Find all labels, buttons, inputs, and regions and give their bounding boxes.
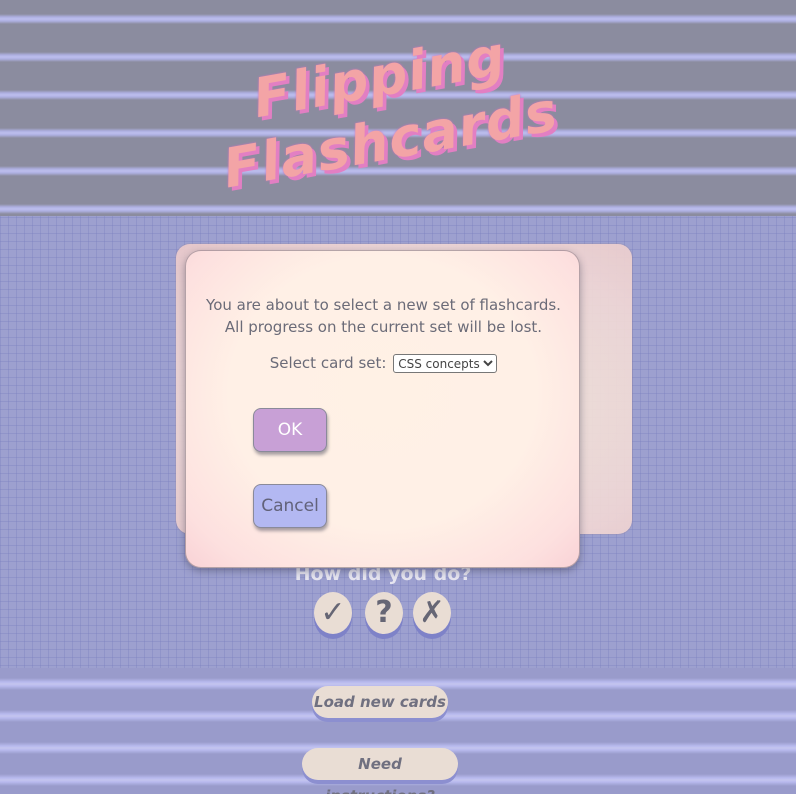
card-set-label: Select card set: — [269, 354, 387, 372]
rate-wrong-button[interactable]: ✗ — [413, 592, 451, 634]
select-set-dialog: You are about to select a new set of fla… — [185, 250, 580, 568]
app-background: Flipping Flashcards How did you do? ✓ ? … — [0, 0, 796, 794]
cross-icon: ✗ — [419, 595, 445, 630]
dialog-message-line2: All progress on the current set will be … — [224, 318, 543, 336]
rate-unsure-button[interactable]: ? — [365, 592, 403, 634]
cancel-button[interactable]: Cancel — [253, 484, 327, 528]
card-set-row: Select card set: CSS concepts — [186, 354, 581, 373]
load-new-cards-button[interactable]: Load new cards — [312, 686, 448, 718]
card-set-select[interactable]: CSS concepts — [393, 354, 498, 373]
question-icon: ? — [375, 595, 393, 630]
checkmark-icon: ✓ — [320, 595, 346, 630]
need-instructions-button[interactable]: Need instructions? — [302, 748, 458, 794]
dialog-message-line1: You are about to select a new set of fla… — [206, 296, 561, 314]
dialog-message: You are about to select a new set of fla… — [186, 294, 581, 338]
rate-correct-button[interactable]: ✓ — [314, 592, 352, 634]
ok-button[interactable]: OK — [253, 408, 327, 452]
